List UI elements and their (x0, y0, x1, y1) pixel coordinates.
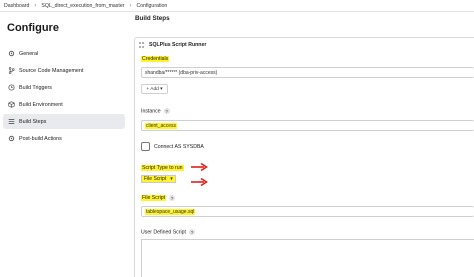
sysdba-label: Connect AS SYSDBA (154, 144, 204, 150)
config-nav: General Source Code Management Build Tri… (3, 46, 125, 148)
file-script-input[interactable]: tablespace_usage.sql (141, 206, 474, 217)
breadcrumb-configuration[interactable]: Configuration (136, 3, 167, 9)
breadcrumb-job[interactable]: SQL_direct_execution_from_master (41, 3, 124, 9)
script-type-label: Script Type to run (141, 165, 184, 171)
nav-item-label: Build Steps (19, 118, 47, 125)
red-arrow-icon (191, 177, 208, 187)
page-title: Configure (7, 22, 59, 34)
user-defined-script-label: User Defined Script? (141, 229, 195, 236)
gear-icon (8, 135, 15, 142)
nav-item-build-environment[interactable]: Build Environment (3, 97, 125, 112)
breadcrumb-dashboard[interactable]: Dashboard (4, 3, 29, 9)
help-icon[interactable]: ? (163, 108, 170, 114)
red-arrow-icon (191, 162, 208, 172)
gear-icon (8, 50, 15, 57)
help-icon[interactable]: ? (169, 195, 176, 201)
nav-item-post-build-actions[interactable]: Post-build Actions (3, 131, 125, 146)
clock-icon (8, 84, 15, 91)
branch-icon (8, 67, 15, 74)
nav-item-label: General (19, 50, 39, 57)
instance-value: client_access (145, 122, 178, 129)
runner-header: SQLPlus Script Runner (135, 38, 474, 52)
file-script-label: File Script? (141, 195, 176, 202)
drag-handle-icon[interactable] (139, 42, 145, 48)
list-icon (8, 118, 15, 125)
script-type-value: File Script (144, 176, 167, 182)
nav-item-source-code-management[interactable]: Source Code Management (3, 63, 125, 78)
runner-title: SQLPlus Script Runner (149, 42, 207, 48)
breadcrumb: Dashboard › SQL_direct_execution_from_ma… (0, 0, 474, 12)
chevron-down-icon: ▾ (170, 176, 173, 182)
nav-item-label: Post-build Actions (19, 135, 62, 142)
user-defined-script-textarea[interactable] (141, 239, 474, 277)
section-title: Build Steps (135, 15, 170, 22)
nav-item-general[interactable]: General (3, 46, 125, 61)
script-type-select[interactable]: File Script ▾ (141, 175, 176, 183)
breadcrumb-separator: › (34, 2, 37, 9)
file-script-value: tablespace_usage.sql (145, 208, 196, 215)
nav-item-build-steps[interactable]: Build Steps (3, 114, 125, 129)
credentials-label: Credentials (141, 56, 170, 62)
instance-input[interactable]: client_access (141, 120, 474, 131)
cube-icon (8, 101, 15, 108)
credentials-value: shandba/****** (dba-priv-access) (145, 69, 218, 76)
nav-item-label: Build Environment (19, 101, 63, 108)
credentials-select[interactable]: shandba/****** (dba-priv-access) (141, 67, 474, 78)
help-icon[interactable]: ? (188, 229, 195, 235)
nav-item-build-triggers[interactable]: Build Triggers (3, 80, 125, 95)
sysdba-checkbox[interactable] (141, 142, 150, 151)
nav-item-label: Source Code Management (19, 67, 84, 74)
breadcrumb-separator: › (129, 2, 132, 9)
instance-label: Instance? (141, 108, 170, 115)
nav-item-label: Build Triggers (19, 84, 52, 91)
add-credentials-button[interactable]: + Add ▾ (141, 84, 168, 94)
